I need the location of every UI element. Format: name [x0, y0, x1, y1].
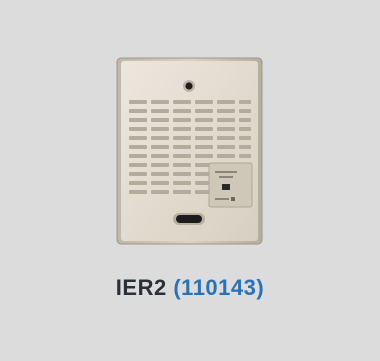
product-caption[interactable]: IER2 (110143) [0, 275, 380, 301]
door-station-speaker-icon [116, 57, 263, 245]
product-model[interactable]: IER2 [116, 275, 167, 300]
product-card[interactable]: IER2 (110143) [0, 0, 380, 361]
product-part-number[interactable]: (110143) [173, 275, 264, 300]
